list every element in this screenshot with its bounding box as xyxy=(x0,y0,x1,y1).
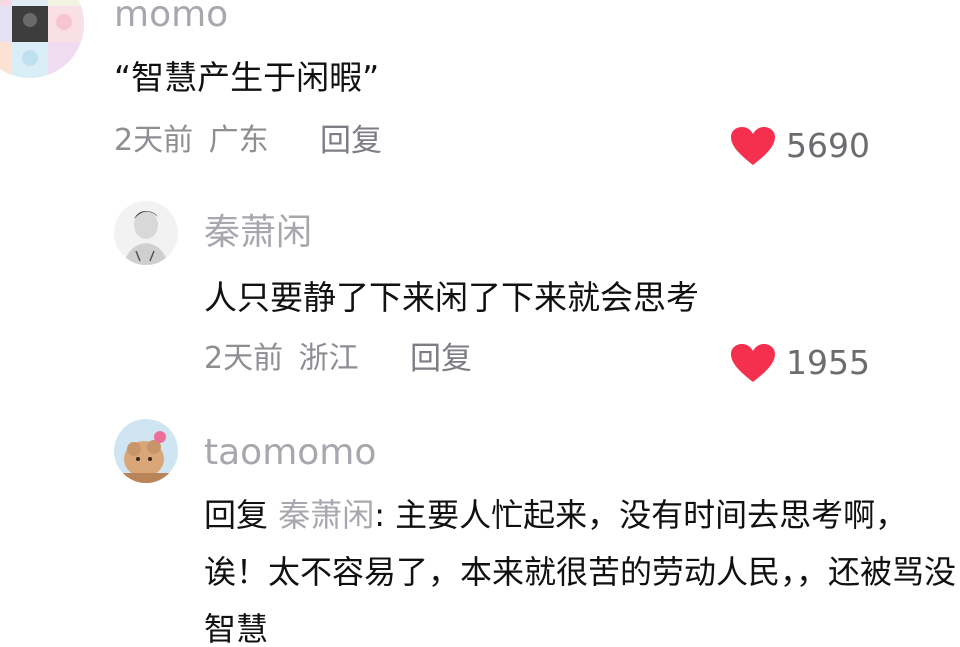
person-photo-avatar-icon[interactable] xyxy=(114,201,178,265)
comment-meta: 2天前 浙江 xyxy=(204,342,359,376)
comment-time: 2天前 xyxy=(204,341,284,376)
reply-mention[interactable]: 秦萧闲 xyxy=(278,496,374,534)
comment-username[interactable]: taomomo xyxy=(204,435,376,471)
comment-location: 广东 xyxy=(208,123,269,158)
like-count: 1955 xyxy=(786,343,870,382)
like-button[interactable]: 1955 xyxy=(730,343,870,383)
comment-2: 秦萧闲 人只要静了下来闲了下来就会思考 2天前 浙江 回复 1955 xyxy=(0,195,960,395)
heart-icon xyxy=(731,127,775,165)
comment-text: 人只要静了下来闲了下来就会思考 xyxy=(204,278,699,317)
heart-icon xyxy=(731,344,775,382)
comment-text: “智慧产生于闲暇” xyxy=(114,58,380,97)
plush-toy-avatar-icon[interactable] xyxy=(114,419,178,483)
reply-prefix: 回复 xyxy=(204,496,269,534)
comment-location: 浙江 xyxy=(298,341,359,376)
reply-button[interactable]: 回复 xyxy=(410,342,472,376)
reply-button[interactable]: 回复 xyxy=(320,124,382,158)
reply-text: 回复 秦萧闲: 主要人忙起来，没有时间去思考啊，诶！太不容易了，本来就很苦的劳动… xyxy=(204,487,960,647)
like-count: 5690 xyxy=(786,126,870,165)
like-button[interactable]: 5690 xyxy=(730,126,870,166)
comment-3: taomomo 回复 秦萧闲: 主要人忙起来，没有时间去思考啊，诶！太不容易了，… xyxy=(0,415,960,647)
comment-username[interactable]: 秦萧闲 xyxy=(204,215,312,251)
cartoon-grid-avatar-icon[interactable] xyxy=(0,0,84,78)
comment-time: 2天前 xyxy=(114,123,194,158)
comment-meta: 2天前 广东 xyxy=(114,124,269,158)
comment-1: momo “智慧产生于闲暇” 2天前 广东 回复 5690 xyxy=(0,0,960,175)
comment-username[interactable]: momo xyxy=(114,0,228,33)
